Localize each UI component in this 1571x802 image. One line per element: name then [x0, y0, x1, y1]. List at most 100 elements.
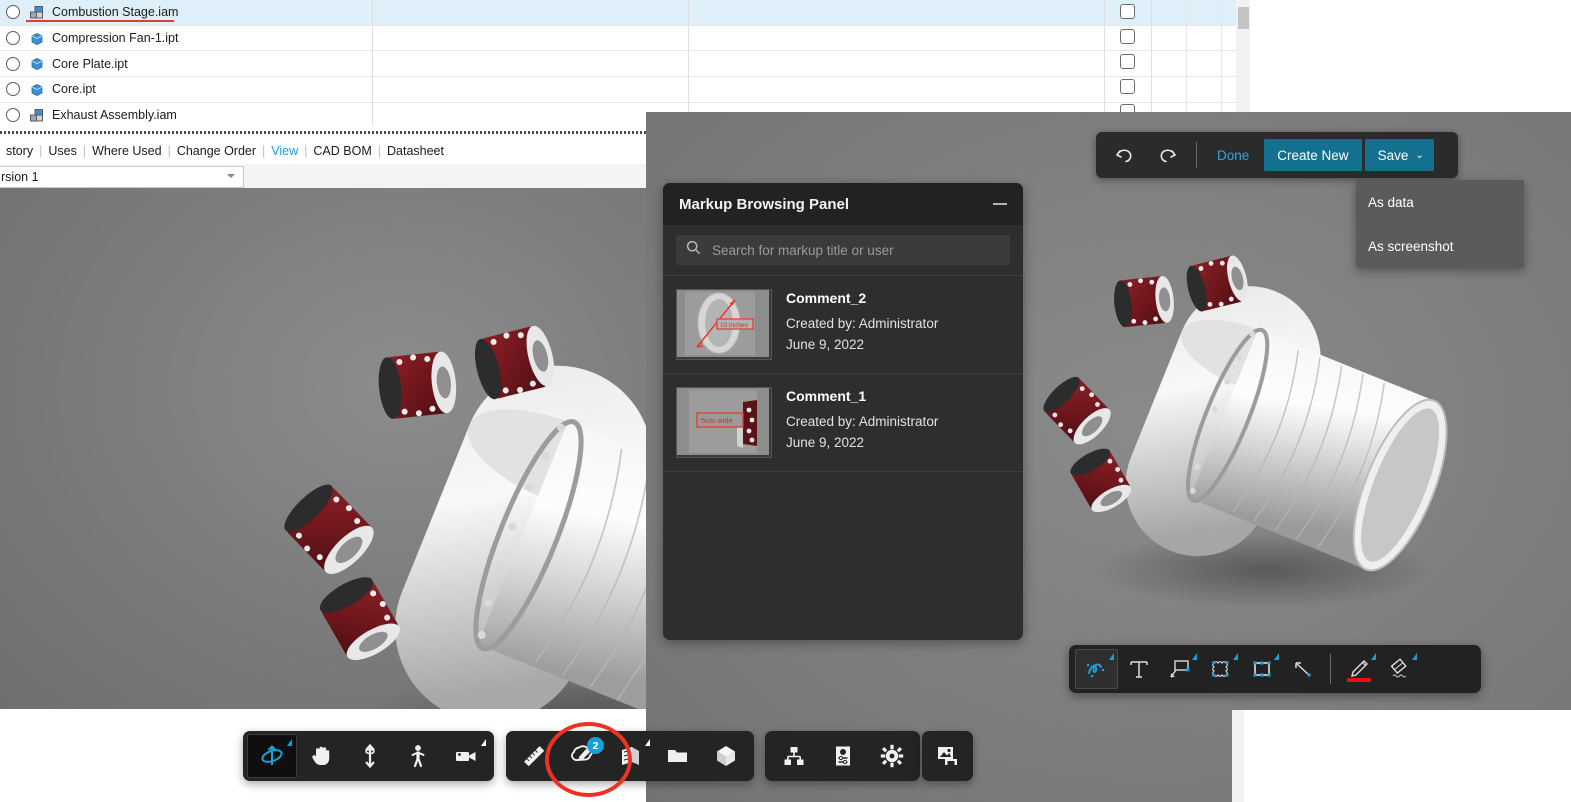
file-name[interactable]: Core Plate.ipt [48, 57, 128, 71]
tool-options-caret-icon[interactable] [1274, 653, 1279, 660]
markup-item-meta: Comment_2 Created by: Administrator June… [786, 289, 938, 358]
redo-icon[interactable] [1146, 138, 1188, 172]
markup-browsing-panel[interactable]: Markup Browsing Panel 10 inches [663, 183, 1023, 640]
file-list-table[interactable]: Combustion Stage.iam Compression Fan-1.i… [0, 0, 1250, 126]
rectangle-tool[interactable] [1241, 650, 1282, 688]
row-checkbox[interactable] [1120, 4, 1135, 19]
folder-tool[interactable] [654, 735, 702, 777]
model-tool[interactable] [702, 735, 750, 777]
pen-color-tool[interactable] [1338, 650, 1379, 688]
menu-item-as-data[interactable]: As data [1356, 180, 1524, 224]
tool-options-caret-icon[interactable] [1192, 653, 1197, 660]
column-divider [1221, 0, 1222, 126]
export-tool-group[interactable] [922, 731, 973, 781]
scrollbar-thumb[interactable] [1238, 7, 1249, 29]
table-row[interactable]: Combustion Stage.iam [0, 0, 1250, 26]
file-name[interactable]: Combustion Stage.iam [48, 5, 178, 19]
viewer-bottom-right-gap [1232, 710, 1571, 802]
text-tool[interactable] [1118, 650, 1159, 688]
markup-date: June 9, 2022 [786, 337, 865, 352]
freehand-tool[interactable] [1075, 649, 1118, 689]
row-radio[interactable] [0, 5, 26, 20]
navigation-tool-group[interactable] [243, 731, 494, 781]
minimize-icon[interactable] [993, 203, 1007, 205]
tab-view[interactable]: View [265, 144, 304, 158]
row-radio[interactable] [0, 31, 26, 46]
callout-tool[interactable] [1159, 650, 1200, 688]
panel-tool-group[interactable] [765, 731, 920, 781]
camera-tool[interactable] [442, 735, 490, 777]
tool-options-caret-icon[interactable] [481, 739, 487, 746]
properties-tool[interactable] [818, 735, 867, 777]
row-checkbox[interactable] [1120, 29, 1135, 44]
markup-tool-group[interactable]: 2 [506, 731, 754, 781]
markup-list-item[interactable]: 5cm wide Comment_1 Created by: Administr… [663, 373, 1023, 471]
save-dropdown-menu[interactable]: As data As screenshot [1356, 180, 1524, 268]
row-radio[interactable] [0, 108, 26, 123]
table-row[interactable]: Compression Fan-1.ipt [0, 25, 1250, 52]
save-button[interactable]: Save ⌄ [1364, 139, 1434, 171]
tab-where-used[interactable]: Where Used [86, 144, 167, 158]
markup-list-item[interactable]: 10 inches Comment_2 Created by: Administ… [663, 275, 1023, 373]
part-icon [26, 32, 48, 45]
walk-tool[interactable] [394, 735, 442, 777]
orbit-tool[interactable] [247, 734, 298, 778]
tool-options-caret-icon[interactable] [1371, 653, 1376, 660]
viewer-edge-strip [1232, 710, 1244, 802]
version-select[interactable]: rsion 1 [0, 166, 244, 188]
markup-date: June 9, 2022 [786, 435, 865, 450]
section-tool[interactable] [606, 735, 654, 777]
markup-tool[interactable]: 2 [558, 735, 606, 777]
undo-icon[interactable] [1104, 138, 1146, 172]
file-name[interactable]: Core.ipt [48, 82, 96, 96]
cloud-tool[interactable] [1200, 650, 1241, 688]
tab-change-order[interactable]: Change Order [171, 144, 262, 158]
arrow-tool[interactable] [1282, 650, 1323, 688]
column-divider [372, 0, 373, 126]
tab-datasheet[interactable]: Datasheet [381, 144, 450, 158]
tab-history[interactable]: story [0, 144, 39, 158]
row-underline-highlight [26, 20, 174, 23]
pen-color-swatch[interactable] [1347, 678, 1371, 682]
settings-gear-tool[interactable] [867, 735, 916, 777]
row-checkbox[interactable] [1120, 54, 1135, 69]
tool-options-caret-icon[interactable] [287, 739, 293, 746]
tool-options-caret-icon[interactable] [1233, 653, 1238, 660]
row-checkbox[interactable] [1120, 79, 1135, 94]
chevron-down-icon [227, 174, 235, 178]
create-new-button[interactable]: Create New [1264, 139, 1362, 171]
tab-uses[interactable]: Uses [42, 144, 82, 158]
markup-tools-toolbar[interactable] [1069, 645, 1481, 693]
pan-tool[interactable] [297, 735, 345, 777]
markup-count-badge: 2 [587, 737, 604, 754]
markup-search-box[interactable] [676, 235, 1010, 265]
search-input[interactable] [710, 241, 1000, 259]
markup-item-meta: Comment_1 Created by: Administrator June… [786, 387, 938, 456]
zoom-tool[interactable] [345, 735, 393, 777]
structure-tool[interactable] [769, 735, 818, 777]
row-radio[interactable] [0, 82, 26, 97]
part-icon [26, 57, 48, 71]
markup-action-toolbar[interactable]: Done Create New Save ⌄ [1096, 132, 1458, 178]
tool-options-caret-icon[interactable] [645, 739, 650, 746]
background-3d-viewport[interactable] [0, 188, 646, 709]
done-button[interactable]: Done [1205, 148, 1261, 163]
table-row[interactable]: Core.ipt [0, 77, 1250, 103]
fill-tool[interactable] [1379, 650, 1420, 688]
file-name[interactable]: Exhaust Assembly.iam [48, 108, 177, 122]
row-radio[interactable] [0, 56, 26, 71]
markup-author: Created by: Administrator [786, 414, 939, 429]
tab-cad-bom[interactable]: CAD BOM [307, 144, 377, 158]
markup-author: Created by: Administrator [786, 316, 939, 331]
markup-title: Comment_1 [786, 388, 867, 404]
file-name[interactable]: Compression Fan-1.ipt [48, 31, 178, 45]
print-export-tool[interactable] [923, 735, 972, 777]
thumb-annotation-text: 5cm wide [701, 416, 733, 425]
thumb-annotation-text: 10 inches [720, 322, 749, 329]
markup-title: Comment_2 [786, 290, 867, 306]
measure-tool[interactable] [510, 735, 558, 777]
menu-item-as-screenshot[interactable]: As screenshot [1356, 224, 1524, 268]
tool-options-caret-icon[interactable] [1412, 653, 1417, 660]
tool-options-caret-icon[interactable] [1109, 653, 1114, 660]
table-row[interactable]: Core Plate.ipt [0, 51, 1250, 78]
